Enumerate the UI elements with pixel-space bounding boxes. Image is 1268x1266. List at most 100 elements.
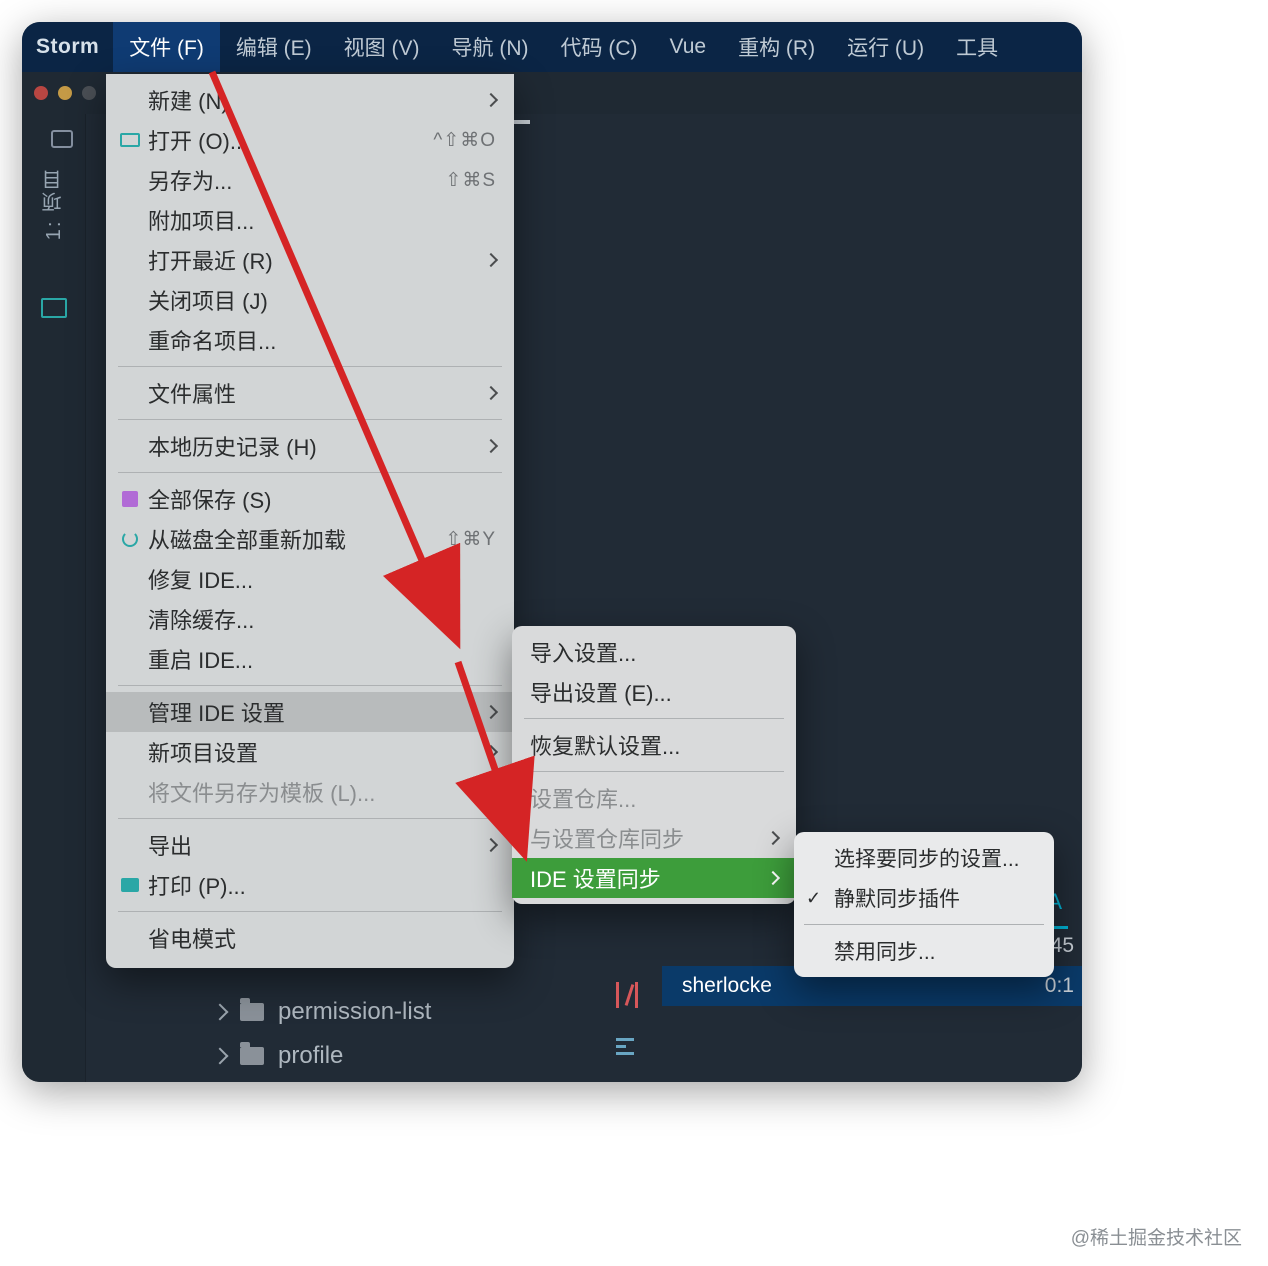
menu-vue[interactable]: Vue	[654, 22, 723, 72]
app-brand: Storm	[22, 35, 113, 59]
tree-item-profile[interactable]: profile	[214, 1034, 431, 1078]
folder-icon	[240, 1047, 264, 1065]
menu-file[interactable]: 文件 (F)	[113, 22, 220, 72]
project-tree: permission-list profile	[214, 990, 431, 1078]
diff-icon[interactable]	[616, 982, 638, 1008]
submenu-item: 与设置仓库同步	[512, 818, 796, 858]
menu-item-label: 将文件另存为模板 (L)...	[148, 776, 496, 808]
folder-open-icon	[120, 130, 140, 150]
chevron-right-icon	[766, 831, 780, 845]
submenu-manage-ide: 导入设置...导出设置 (E)...恢复默认设置...设置仓库...与设置仓库同…	[512, 626, 796, 904]
menu-item[interactable]: 管理 IDE 设置	[106, 692, 514, 732]
submenu-item-label: 恢复默认设置...	[530, 729, 778, 761]
menu-code[interactable]: 代码 (C)	[545, 22, 654, 72]
menu-navigate[interactable]: 导航 (N)	[436, 22, 545, 72]
menu-run[interactable]: 运行 (U)	[831, 22, 940, 72]
submenu-item-label: 导入设置...	[530, 636, 778, 668]
menu-item[interactable]: 修复 IDE...	[106, 559, 514, 599]
menu-item[interactable]: 打印 (P)...	[106, 865, 514, 905]
watermark: @稀土掘金技术社区	[1071, 1223, 1242, 1250]
sidebar-tool-icon[interactable]	[51, 130, 73, 148]
menu-item-shortcut: ⇧⌘S	[445, 169, 496, 192]
menu-item[interactable]: 从磁盘全部重新加载⇧⌘Y	[106, 519, 514, 559]
menu-item[interactable]: 文件属性	[106, 373, 514, 413]
menu-item[interactable]: 另存为...⇧⌘S	[106, 160, 514, 200]
chevron-right-icon	[484, 439, 498, 453]
folder-icon	[240, 1003, 264, 1021]
menu-separator	[118, 818, 502, 819]
submenu-item[interactable]: 禁用同步...	[794, 931, 1054, 971]
menu-edit[interactable]: 编辑 (E)	[220, 22, 328, 72]
menu-item-label: 从磁盘全部重新加载	[148, 523, 445, 555]
menu-separator	[118, 911, 502, 912]
menu-item[interactable]: 关闭项目 (J)	[106, 280, 514, 320]
submenu-item-label: 导出设置 (E)...	[530, 676, 778, 708]
chevron-right-icon	[212, 1004, 229, 1021]
menu-item[interactable]: 重启 IDE...	[106, 639, 514, 679]
tree-item-label: permission-list	[278, 998, 431, 1026]
menu-item[interactable]: 打开 (O)...^⇧⌘O	[106, 120, 514, 160]
menu-separator	[118, 685, 502, 686]
menu-item-label: 新项目设置	[148, 736, 476, 768]
vcs-row-0-time: 45	[1051, 934, 1082, 958]
reload-icon	[120, 529, 140, 549]
menu-item-label: 另存为...	[148, 164, 445, 196]
menu-item-shortcut: ⇧⌘Y	[445, 528, 496, 551]
menu-item-label: 附加项目...	[148, 204, 496, 236]
menu-tools[interactable]: 工具	[940, 22, 1014, 72]
submenu-sync: 选择要同步的设置...✓静默同步插件禁用同步...	[794, 832, 1054, 977]
vcs-row-1-time: 0:1	[1045, 974, 1082, 998]
menu-separator	[524, 771, 784, 772]
menu-separator	[118, 472, 502, 473]
window-close-icon[interactable]	[34, 86, 48, 100]
menu-item[interactable]: 本地历史记录 (H)	[106, 426, 514, 466]
ide-window: Storm 文件 (F) 编辑 (E) 视图 (V) 导航 (N) 代码 (C)…	[22, 22, 1082, 1082]
window-controls	[34, 86, 96, 100]
menu-item[interactable]: 清除缓存...	[106, 599, 514, 639]
chevron-right-icon	[484, 93, 498, 107]
window-zoom-icon[interactable]	[82, 86, 96, 100]
menu-item[interactable]: 新建 (N)	[106, 80, 514, 120]
submenu-item[interactable]: 恢复默认设置...	[512, 725, 796, 765]
menu-item-label: 修复 IDE...	[148, 563, 496, 595]
save-all-icon	[120, 489, 140, 509]
menu-item-label: 管理 IDE 设置	[148, 696, 476, 728]
print-icon	[120, 875, 140, 895]
menu-item-label: 文件属性	[148, 377, 476, 409]
submenu-item[interactable]: ✓静默同步插件	[794, 878, 1054, 918]
submenu-item-label: 与设置仓库同步	[530, 822, 758, 854]
menu-refactor[interactable]: 重构 (R)	[722, 22, 831, 72]
list-icon[interactable]	[616, 1038, 638, 1058]
check-icon: ✓	[806, 888, 821, 909]
sidebar-project-label[interactable]: 1: 项目	[39, 168, 68, 240]
tree-item-permission-list[interactable]: permission-list	[214, 990, 431, 1034]
menu-item[interactable]: 附加项目...	[106, 200, 514, 240]
menu-item[interactable]: 导出	[106, 825, 514, 865]
menu-item[interactable]: 省电模式	[106, 918, 514, 958]
submenu-item[interactable]: 导出设置 (E)...	[512, 672, 796, 712]
window-minimize-icon[interactable]	[58, 86, 72, 100]
menu-item: 将文件另存为模板 (L)...	[106, 772, 514, 812]
submenu-item-label: 禁用同步...	[834, 936, 1036, 966]
chevron-right-icon	[484, 705, 498, 719]
submenu-item[interactable]: IDE 设置同步	[512, 858, 796, 898]
menu-item-label: 关闭项目 (J)	[148, 284, 496, 316]
menu-item-label: 全部保存 (S)	[148, 483, 496, 515]
menu-item-label: 清除缓存...	[148, 603, 496, 635]
menu-item[interactable]: 打开最近 (R)	[106, 240, 514, 280]
menu-item[interactable]: 新项目设置	[106, 732, 514, 772]
menu-item-label: 打开 (O)...	[148, 124, 433, 156]
left-sidebar: 1: 项目	[22, 114, 86, 1082]
chevron-right-icon	[484, 838, 498, 852]
menu-view[interactable]: 视图 (V)	[328, 22, 436, 72]
menu-separator	[118, 366, 502, 367]
menu-separator	[524, 718, 784, 719]
submenu-item[interactable]: 选择要同步的设置...	[794, 838, 1054, 878]
menu-item[interactable]: 重命名项目...	[106, 320, 514, 360]
menubar: Storm 文件 (F) 编辑 (E) 视图 (V) 导航 (N) 代码 (C)…	[22, 22, 1082, 72]
sidebar-device-icon[interactable]	[41, 298, 67, 318]
menu-item-label: 重命名项目...	[148, 324, 496, 356]
menu-item[interactable]: 全部保存 (S)	[106, 479, 514, 519]
menu-separator	[804, 924, 1044, 925]
submenu-item[interactable]: 导入设置...	[512, 632, 796, 672]
